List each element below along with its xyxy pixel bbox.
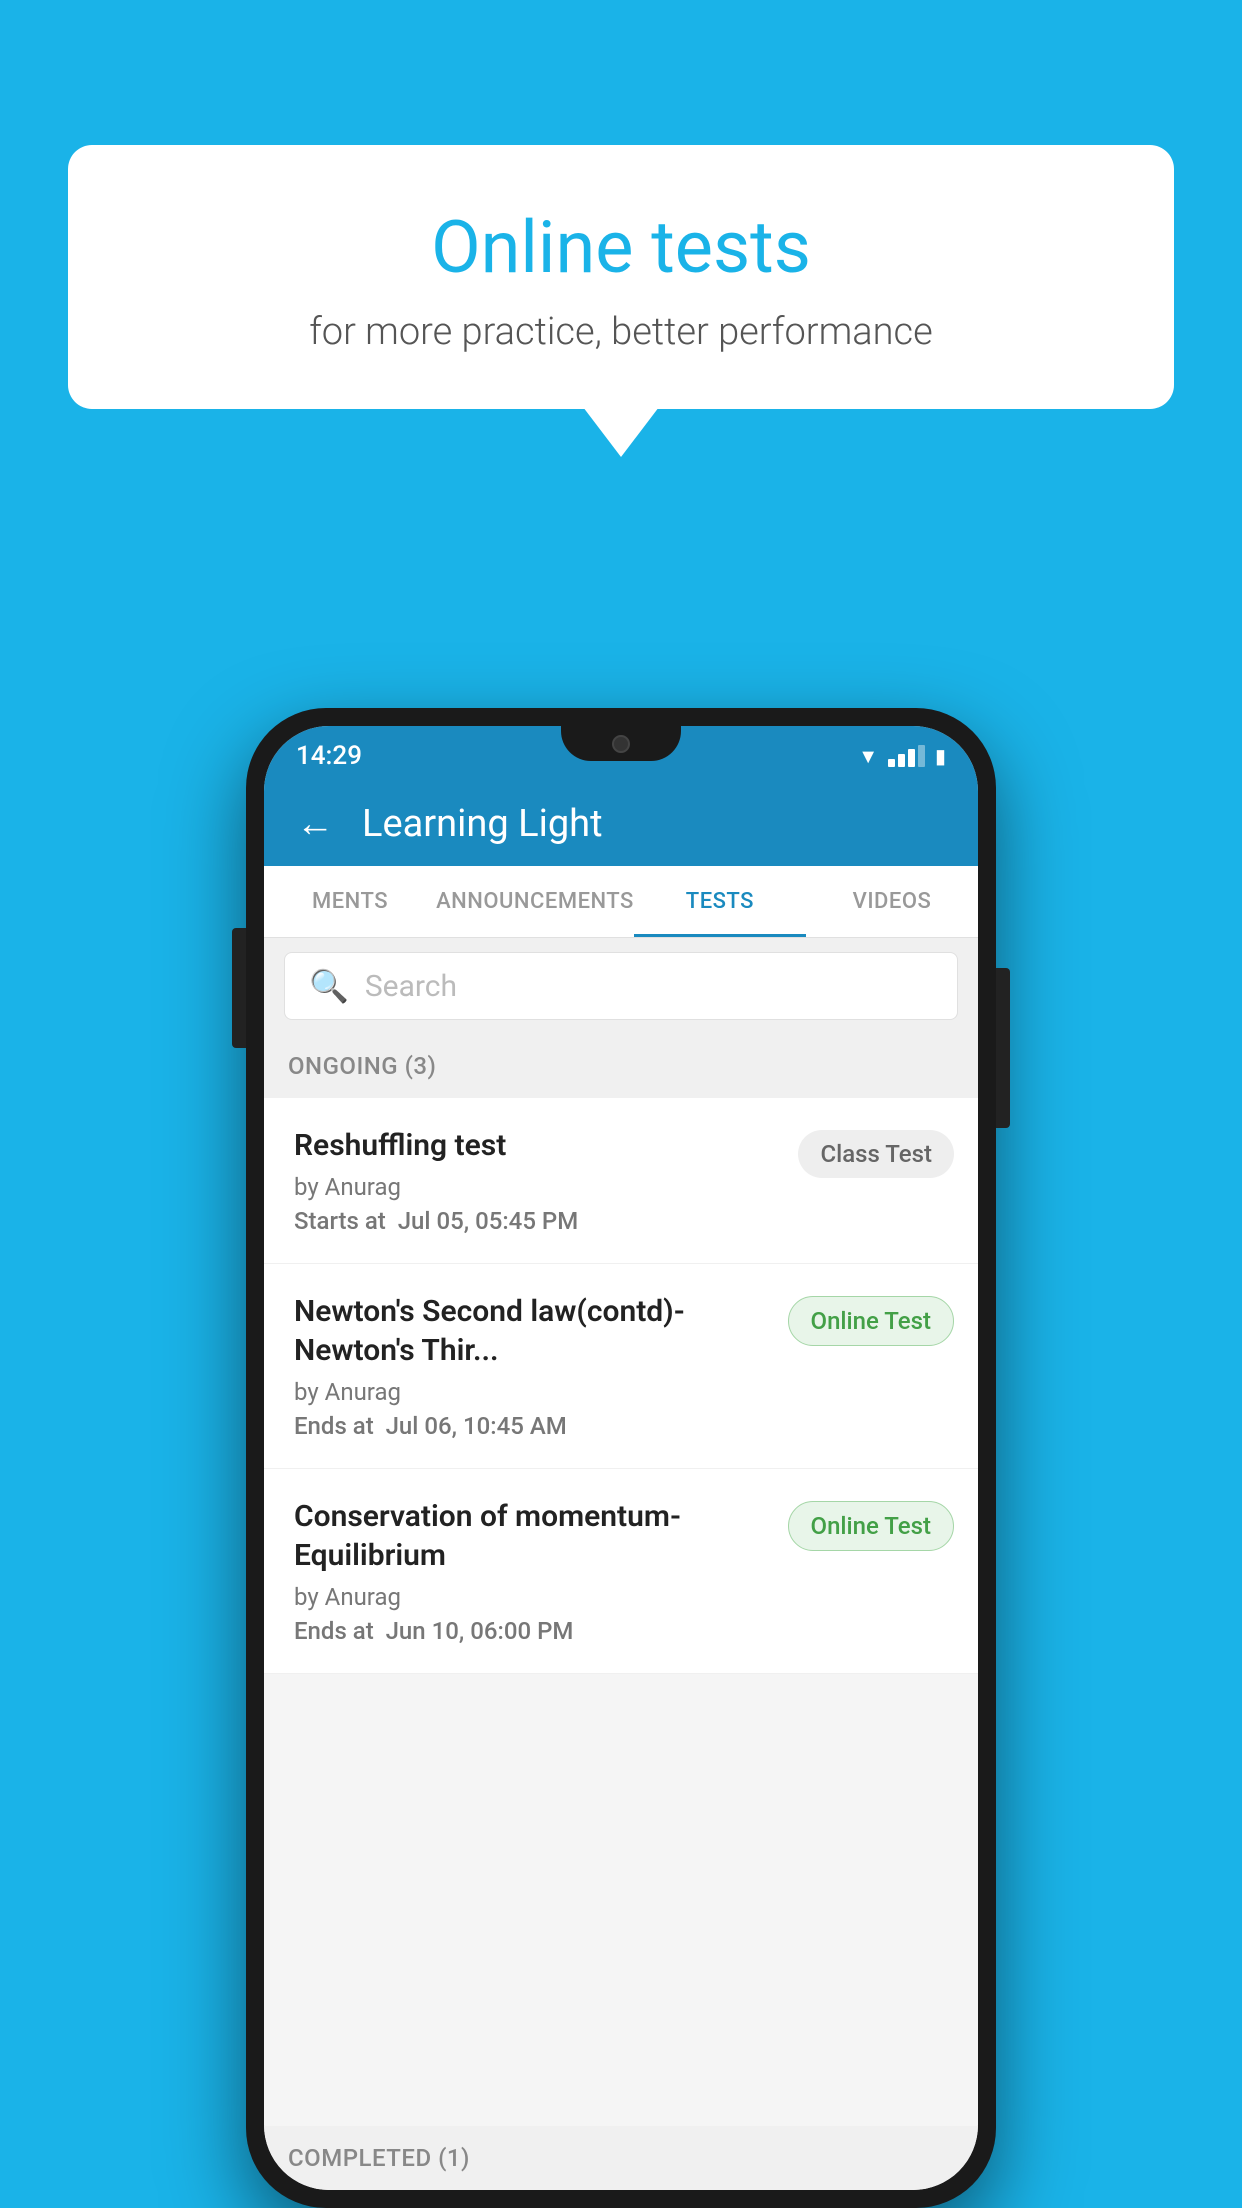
test-info-reshuffling: Reshuffling test by Anurag Starts at Jul… (294, 1126, 798, 1235)
speech-bubble: Online tests for more practice, better p… (68, 145, 1174, 409)
test-item-newtons[interactable]: Newton's Second law(contd)-Newton's Thir… (264, 1264, 978, 1469)
test-item-conservation[interactable]: Conservation of momentum-Equilibrium by … (264, 1469, 978, 1674)
test-author-reshuffling: by Anurag (294, 1173, 778, 1201)
tab-ments[interactable]: MENTS (264, 866, 436, 937)
phone-screen: 14:29 ▼ ▮ ← Learning Light (264, 726, 978, 2190)
screen-content: 14:29 ▼ ▮ ← Learning Light (264, 726, 978, 2190)
test-title-conservation: Conservation of momentum-Equilibrium (294, 1497, 768, 1575)
test-item-reshuffling[interactable]: Reshuffling test by Anurag Starts at Jul… (264, 1098, 978, 1264)
ongoing-label: ONGOING (3) (288, 1052, 436, 1080)
completed-label: COMPLETED (1) (288, 2144, 470, 2172)
search-input[interactable]: Search (365, 969, 457, 1004)
speech-bubble-container: Online tests for more practice, better p… (68, 145, 1174, 409)
ongoing-section-header: ONGOING (3) (264, 1034, 978, 1098)
badge-online-test-conservation: Online Test (788, 1501, 954, 1551)
test-title-reshuffling: Reshuffling test (294, 1126, 778, 1165)
app-bar-title: Learning Light (362, 802, 603, 846)
badge-class-test-reshuffling: Class Test (798, 1130, 954, 1178)
test-info-newtons: Newton's Second law(contd)-Newton's Thir… (294, 1292, 788, 1440)
phone-device: 14:29 ▼ ▮ ← Learning Light (246, 708, 996, 2208)
signal-bars-icon (888, 745, 925, 767)
test-author-conservation: by Anurag (294, 1583, 768, 1611)
status-time: 14:29 (296, 741, 362, 771)
app-bar: ← Learning Light (264, 781, 978, 866)
completed-section-header: COMPLETED (1) (264, 2126, 978, 2190)
wifi-icon: ▼ (858, 744, 878, 769)
search-container: 🔍 Search (264, 938, 978, 1034)
test-info-conservation: Conservation of momentum-Equilibrium by … (294, 1497, 788, 1645)
status-icons: ▼ ▮ (858, 744, 946, 769)
phone-notch (561, 726, 681, 761)
test-time-reshuffling: Starts at Jul 05, 05:45 PM (294, 1207, 778, 1235)
badge-online-test-newtons: Online Test (788, 1296, 954, 1346)
phone-frame: 14:29 ▼ ▮ ← Learning Light (246, 708, 996, 2208)
search-bar[interactable]: 🔍 Search (284, 952, 958, 1020)
speech-bubble-subtitle: for more practice, better performance (118, 310, 1124, 354)
speech-bubble-title: Online tests (118, 205, 1124, 290)
back-button[interactable]: ← (288, 794, 342, 854)
test-title-newtons: Newton's Second law(contd)-Newton's Thir… (294, 1292, 768, 1370)
tab-bar: MENTS ANNOUNCEMENTS TESTS VIDEOS (264, 866, 978, 938)
battery-icon: ▮ (935, 744, 946, 768)
tab-videos[interactable]: VIDEOS (806, 866, 978, 937)
search-icon: 🔍 (309, 967, 349, 1005)
tab-announcements[interactable]: ANNOUNCEMENTS (436, 866, 634, 937)
tab-tests[interactable]: TESTS (634, 866, 806, 937)
test-time-conservation: Ends at Jun 10, 06:00 PM (294, 1617, 768, 1645)
camera-dot (612, 735, 630, 753)
test-time-newtons: Ends at Jul 06, 10:45 AM (294, 1412, 768, 1440)
test-author-newtons: by Anurag (294, 1378, 768, 1406)
